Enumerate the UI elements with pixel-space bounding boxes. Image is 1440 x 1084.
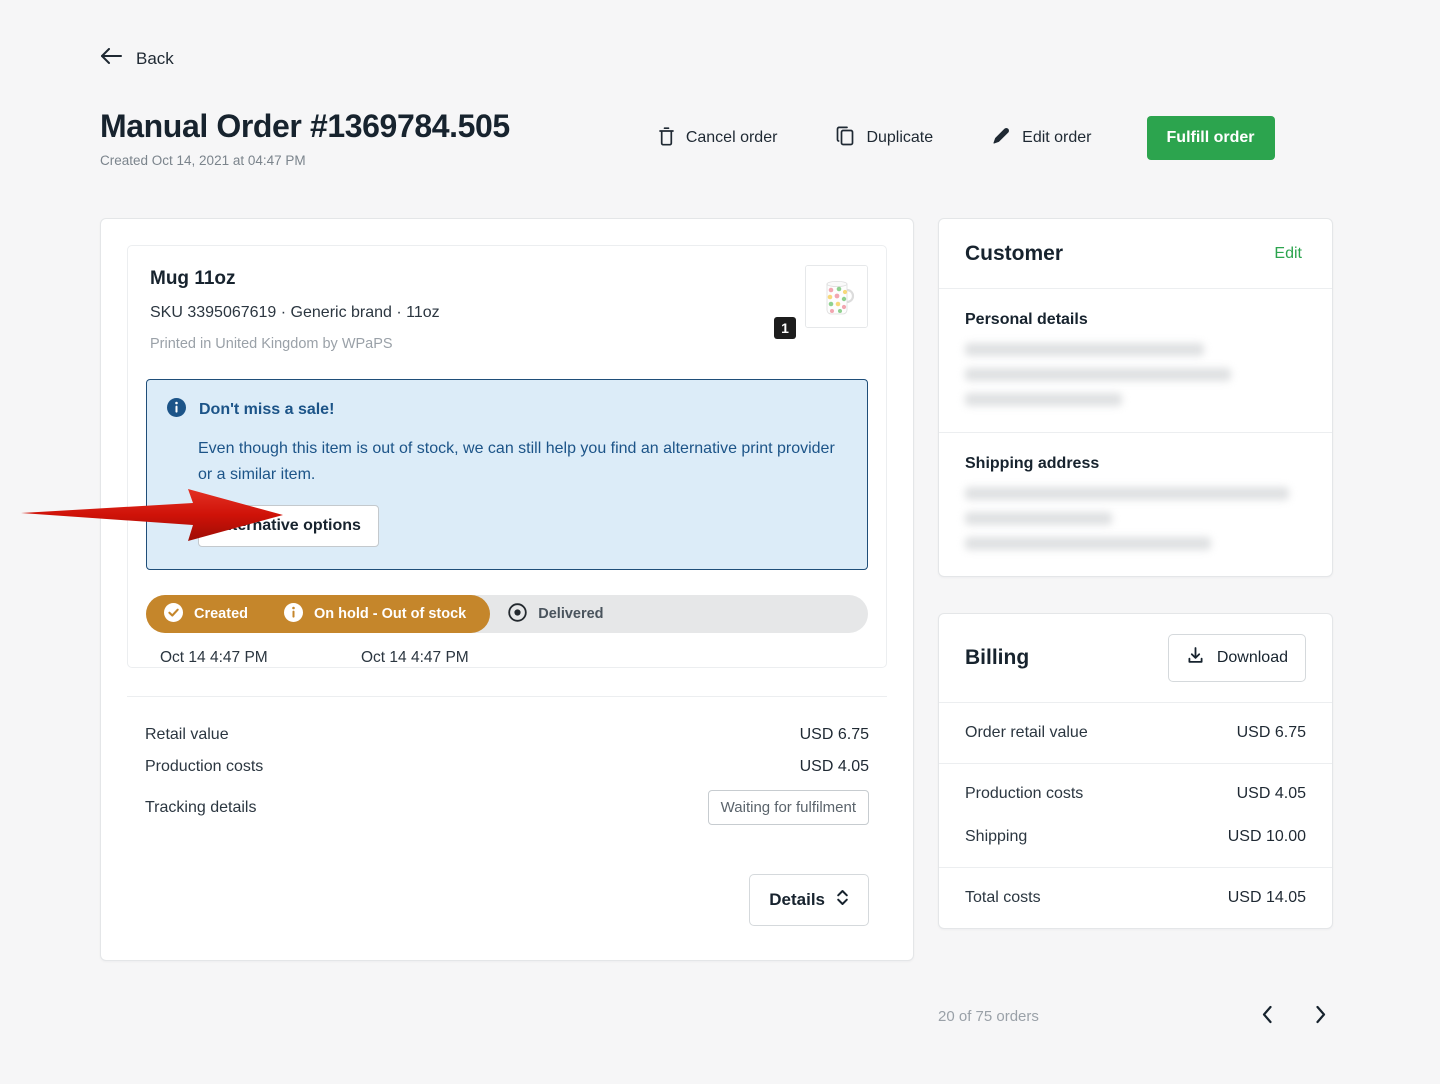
- edit-order-label: Edit order: [1022, 129, 1092, 146]
- total-label: Retail value: [145, 726, 229, 744]
- order-detail-page: Back Manual Order #1369784.505 Created O…: [0, 0, 1440, 1084]
- check-circle-icon: [164, 602, 183, 626]
- page-title: Manual Order #1369784.505: [100, 108, 510, 144]
- info-circle-icon: [284, 602, 303, 626]
- total-label: Production costs: [145, 758, 264, 776]
- total-row-tracking-details: Tracking details Waiting for fulfilment: [145, 783, 869, 832]
- total-value: USD 4.05: [799, 758, 869, 776]
- copy-icon: [835, 126, 855, 151]
- details-label: Details: [769, 890, 825, 910]
- billing-row-shipping: Shipping USD 10.00: [939, 824, 1332, 867]
- personal-details-label: Personal details: [965, 311, 1088, 328]
- tracker-step-created[interactable]: Created: [146, 595, 266, 634]
- tracker-step-on-hold-label: On hold - Out of stock: [314, 606, 467, 623]
- billing-label: Shipping: [965, 828, 1028, 845]
- edit-order-button[interactable]: Edit order: [991, 118, 1092, 159]
- order-items-column: Mug 11oz SKU 3395067619 · Generic brand …: [100, 218, 914, 962]
- trash-icon: [658, 126, 675, 151]
- product-print-provider: Printed in United Kingdom by WPaPS: [150, 336, 393, 352]
- pagination-count: 20 of 75 orders: [938, 1007, 1039, 1025]
- billing-value: USD 4.05: [1236, 785, 1306, 802]
- total-row-production-costs: Production costs USD 4.05: [145, 751, 869, 783]
- tracker-date-created: Oct 14 4:47 PM: [160, 649, 268, 667]
- cancel-order-button[interactable]: Cancel order: [658, 118, 778, 159]
- details-row: Details: [127, 842, 887, 932]
- chevron-right-icon[interactable]: [1308, 1000, 1333, 1032]
- duplicate-label: Duplicate: [866, 129, 934, 146]
- billing-value: USD 14.05: [1227, 889, 1306, 906]
- billing-title: Billing: [965, 646, 1030, 669]
- duplicate-button[interactable]: Duplicate: [835, 118, 933, 159]
- alternative-options-button[interactable]: Alternative options: [198, 505, 379, 548]
- line-item: Mug 11oz SKU 3395067619 · Generic brand …: [127, 245, 887, 669]
- item-totals: Retail value USD 6.75 Production costs U…: [127, 696, 887, 842]
- product-thumbnail-wrap: 1: [774, 265, 868, 339]
- created-timestamp: Created Oct 14, 2021 at 04:47 PM: [100, 153, 306, 168]
- order-sidebar: Customer Edit Personal details Shipping …: [938, 218, 1333, 965]
- total-row-retail-value: Retail value USD 6.75: [145, 719, 869, 751]
- personal-details-section: Personal details: [939, 289, 1332, 432]
- quantity-badge: 1: [774, 317, 796, 339]
- header-actions: Cancel order Duplicate Edit order Fulfil…: [658, 116, 1275, 160]
- download-label: Download: [1216, 649, 1288, 666]
- info-circle-icon: [167, 398, 186, 422]
- shipping-address-label: Shipping address: [965, 455, 1100, 472]
- chevron-left-icon[interactable]: [1255, 1000, 1280, 1032]
- tracker-step-created-label: Created: [194, 606, 248, 623]
- tracker-dates: Oct 14 4:47 PM Oct 14 4:47 PM: [146, 649, 868, 667]
- shipping-address-redacted: [965, 487, 1306, 550]
- billing-label: Total costs: [965, 889, 1041, 906]
- shipping-address-section: Shipping address: [939, 432, 1332, 576]
- total-value: USD 6.75: [799, 726, 869, 744]
- out-of-stock-banner: Don't miss a sale! Even though this item…: [146, 379, 868, 571]
- order-status-tracker: Created On hold - Out of stock Delivered…: [146, 595, 868, 667]
- total-label: Tracking details: [145, 798, 257, 816]
- customer-card-header: Customer Edit: [939, 219, 1332, 289]
- chevron-updown-icon: [836, 888, 849, 912]
- billing-card: Billing Download Order retail value USD …: [938, 613, 1333, 929]
- page-header: Manual Order #1369784.505 Created Oct 14…: [100, 108, 1330, 168]
- product-title: Mug 11oz: [150, 268, 236, 289]
- details-toggle-button[interactable]: Details: [749, 874, 869, 927]
- customer-card: Customer Edit Personal details Shipping …: [938, 218, 1333, 577]
- billing-label: Production costs: [965, 785, 1084, 802]
- banner-body: Even though this item is out of stock, w…: [198, 440, 835, 483]
- billing-value: USD 6.75: [1236, 724, 1306, 741]
- billing-value: USD 10.00: [1227, 828, 1306, 845]
- tracking-status-badge[interactable]: Waiting for fulfilment: [707, 790, 869, 826]
- pencil-icon: [991, 126, 1011, 151]
- product-meta: SKU 3395067619 · Generic brand · 11oz: [150, 304, 440, 321]
- tracker-date-on-hold: Oct 14 4:47 PM: [361, 649, 469, 667]
- edit-customer-button[interactable]: Edit: [1270, 241, 1306, 267]
- banner-title: Don't miss a sale!: [199, 401, 335, 418]
- billing-card-header: Billing Download: [939, 614, 1332, 703]
- personal-details-redacted: [965, 343, 1306, 406]
- tracker-step-on-hold[interactable]: On hold - Out of stock: [266, 595, 491, 634]
- line-item-header: Mug 11oz SKU 3395067619 · Generic brand …: [128, 246, 886, 352]
- target-dot-icon: [508, 602, 527, 626]
- billing-row-total-costs: Total costs USD 14.05: [939, 867, 1332, 928]
- download-invoice-button[interactable]: Download: [1167, 634, 1306, 682]
- billing-row-production-costs: Production costs USD 4.05: [939, 763, 1332, 824]
- fulfill-order-button[interactable]: Fulfill order: [1146, 116, 1275, 160]
- billing-row-order-retail-value: Order retail value USD 6.75: [939, 703, 1332, 763]
- back-link[interactable]: Back: [100, 48, 174, 69]
- mug-polka-dot-image: [805, 265, 868, 328]
- cancel-order-label: Cancel order: [685, 129, 778, 146]
- back-label: Back: [136, 48, 174, 68]
- order-item-card: Mug 11oz SKU 3395067619 · Generic brand …: [100, 218, 914, 962]
- tracker-step-delivered[interactable]: Delivered: [490, 595, 621, 633]
- orders-pagination: 20 of 75 orders: [938, 1000, 1333, 1032]
- customer-title: Customer: [965, 241, 1064, 265]
- tracker-step-delivered-label: Delivered: [538, 606, 604, 623]
- billing-label: Order retail value: [965, 724, 1088, 741]
- download-icon: [1186, 646, 1205, 670]
- arrow-left-icon: [100, 48, 122, 69]
